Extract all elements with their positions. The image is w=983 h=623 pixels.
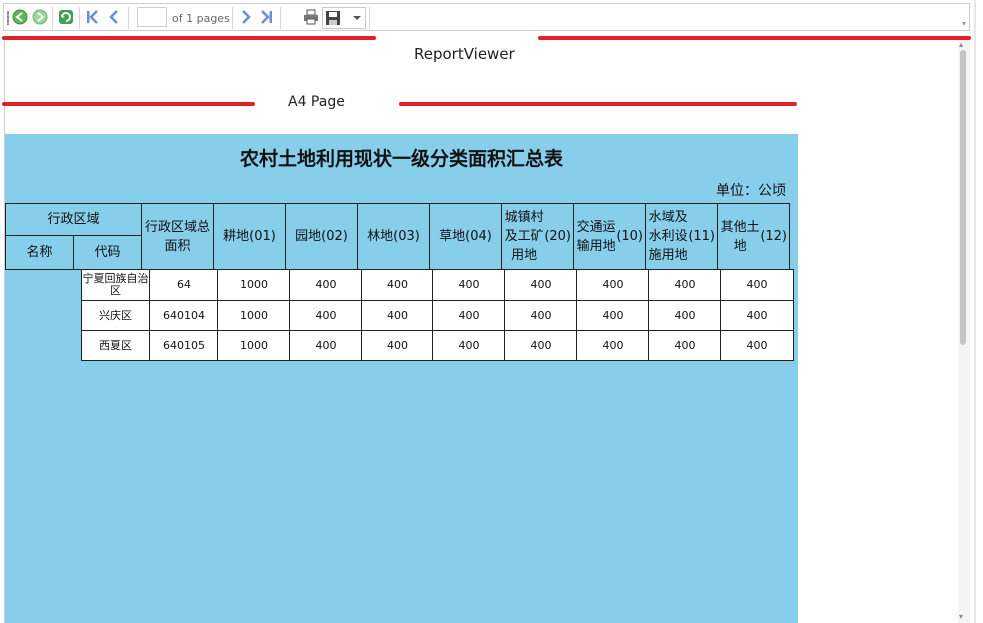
table-cell: 400 (432, 269, 506, 301)
viewer-title: ReportViewer (414, 45, 515, 63)
table-cell: 1000 (217, 330, 291, 361)
table-cell: 400 (576, 330, 650, 361)
column-header: 其他土地 (12) (717, 203, 790, 270)
column-label: 水域及水利设施用地 (648, 210, 688, 263)
table-cell: 1000 (217, 300, 291, 331)
table-cell: 400 (720, 269, 794, 301)
column-header: 林地 (03) (357, 203, 430, 270)
column-label: 园地 (295, 229, 322, 244)
table-row-name: 西夏区 (81, 330, 150, 361)
annotation-line (2, 36, 376, 40)
column-label: 草地 (439, 229, 466, 244)
column-label: 其他土地 (720, 219, 760, 254)
page-count-label: of 1 pages (172, 12, 230, 25)
dropdown-icon[interactable] (348, 9, 366, 27)
table-cell: 400 (504, 300, 578, 331)
refresh-icon[interactable] (57, 8, 75, 26)
header-admin-region: 行政区域 (5, 203, 142, 236)
last-page-icon[interactable] (257, 8, 275, 26)
table-cell: 640104 (149, 300, 219, 331)
annotation-line (538, 36, 971, 40)
table-cell: 1000 (217, 269, 291, 301)
table-cell: 400 (720, 300, 794, 331)
page-number-input[interactable] (137, 7, 167, 27)
save-icon[interactable] (324, 9, 342, 27)
column-label: 行政区域总面积 (144, 219, 210, 254)
table-cell: 400 (361, 300, 434, 331)
table-cell: 400 (432, 300, 506, 331)
column-header: 耕地 (01) (213, 203, 286, 270)
annotation-line (399, 102, 797, 106)
table-cell: 400 (648, 300, 722, 331)
toolbar-separator (369, 7, 370, 29)
table-cell: 400 (504, 269, 578, 301)
table-cell: 64 (149, 269, 219, 301)
report-page: 农村土地利用现状一级分类面积汇总表 单位：公顷 行政区域 名称 代码 行政区域总面积耕… (5, 134, 798, 623)
toolbar-separator (79, 7, 80, 29)
column-code: (01) (249, 229, 276, 244)
table-row-name: 宁夏回族自治区 (81, 269, 150, 301)
report-toolbar: of 1 pages ▾ (3, 3, 970, 31)
toolbar-separator (280, 7, 281, 29)
back-icon[interactable] (11, 8, 29, 26)
column-label: 交通运输用地 (576, 219, 616, 254)
scroll-up-icon[interactable]: ▴ (959, 40, 963, 49)
column-header: 行政区域总面积 (141, 203, 214, 270)
first-page-icon[interactable] (84, 8, 102, 26)
table-row-name: 兴庆区 (81, 300, 150, 331)
table-cell: 400 (289, 269, 363, 301)
column-code: (04) (465, 229, 492, 244)
toolbar-separator (128, 7, 129, 29)
column-header: 草地 (04) (429, 203, 502, 270)
frame-border (974, 0, 976, 623)
column-header: 园地 (02) (285, 203, 358, 270)
next-page-icon[interactable] (237, 8, 255, 26)
table-cell: 400 (504, 330, 578, 361)
unit-label: 单位：公顷 (716, 183, 786, 199)
save-dropdown[interactable] (322, 7, 366, 29)
column-code: (02) (321, 229, 348, 244)
header-name: 名称 (5, 235, 74, 270)
toolbar-separator (52, 7, 53, 29)
forward-icon[interactable] (31, 8, 49, 26)
column-code: (20) (544, 229, 571, 244)
report-title: 农村土地利用现状一级分类面积汇总表 (239, 148, 563, 170)
toolbar-grip[interactable] (7, 11, 9, 25)
table-cell: 400 (361, 269, 434, 301)
column-label: 城镇村及工矿用地 (504, 210, 544, 263)
annotation-line (2, 102, 255, 106)
table-cell: 400 (720, 330, 794, 361)
page-size-label: A4 Page (288, 94, 345, 110)
table-cell: 400 (289, 330, 363, 361)
table-cell: 400 (289, 300, 363, 331)
table-cell: 400 (648, 330, 722, 361)
table-cell: 400 (361, 330, 434, 361)
table-cell: 400 (576, 269, 650, 301)
column-code: (12) (760, 229, 787, 244)
column-label: 林地 (367, 229, 394, 244)
table-cell: 400 (576, 300, 650, 331)
column-header: 城镇村及工矿用地 (20) (501, 203, 574, 270)
scroll-down-icon[interactable]: ▾ (959, 612, 963, 621)
column-code: (03) (393, 229, 420, 244)
column-label: 耕地 (223, 229, 250, 244)
scrollbar-thumb[interactable] (960, 50, 966, 345)
print-icon[interactable] (302, 8, 320, 26)
header-code: 代码 (73, 235, 142, 270)
table-cell: 640105 (149, 330, 219, 361)
table-cell: 400 (648, 269, 722, 301)
column-header: 水域及水利设施用地 (11) (645, 203, 718, 270)
prev-page-icon[interactable] (105, 8, 123, 26)
table-cell: 400 (432, 330, 506, 361)
column-code: (10) (616, 229, 643, 244)
toolbar-resize-grip-icon: ▾ (961, 19, 966, 28)
toolbar-separator (232, 7, 233, 29)
column-code: (11) (688, 229, 715, 244)
column-header: 交通运输用地 (10) (573, 203, 646, 270)
